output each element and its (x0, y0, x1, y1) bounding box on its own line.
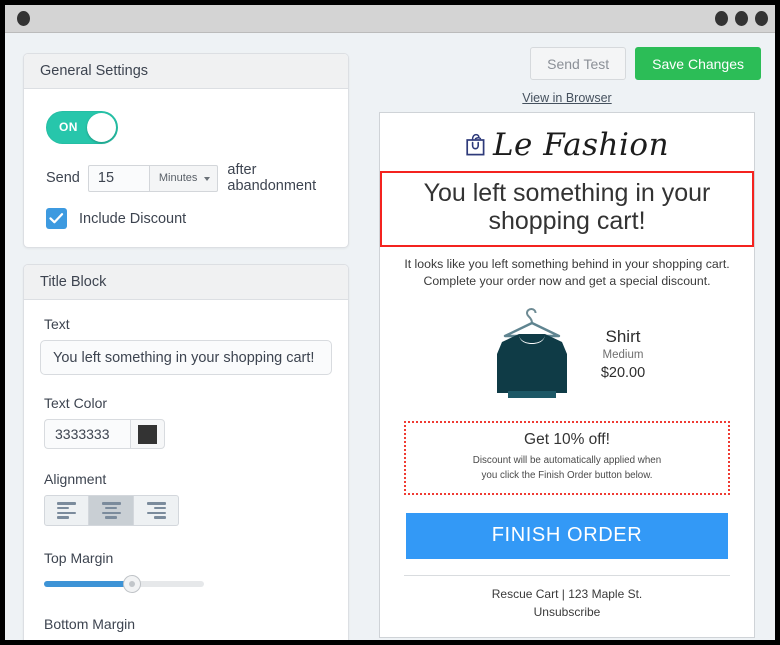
align-left-icon (57, 500, 76, 521)
alignment-label: Alignment (44, 471, 107, 487)
alignment-button-group (44, 495, 332, 526)
general-settings-panel: General Settings ON Send Minutes after (23, 53, 349, 248)
app-window: General Settings ON Send Minutes after (4, 4, 776, 641)
discount-sub-line-1: Discount will be automatically applied w… (472, 455, 662, 467)
finish-order-button[interactable]: FINISH ORDER (406, 512, 728, 559)
product-price: $20.00 (600, 365, 646, 382)
align-center-button[interactable] (89, 495, 134, 526)
title-block-title: Title Block (24, 265, 348, 300)
footer-address: Rescue Cart | 123 Maple St. (491, 586, 643, 601)
email-headline: You left something in your shopping cart… (423, 179, 711, 236)
chevron-down-icon (204, 176, 211, 181)
discount-subtitle: Discount will be automatically applied w… (416, 454, 718, 483)
workspace: General Settings ON Send Minutes after (5, 33, 775, 640)
general-settings-title: General Settings (24, 54, 348, 89)
text-field-label: Text (44, 316, 70, 332)
discount-title: Get 10% off! (524, 431, 610, 449)
include-discount-label: Include Discount (79, 210, 187, 227)
email-footer: Rescue Cart | 123 Maple St. Unsubscribe (380, 576, 754, 621)
include-discount-row: Include Discount (46, 208, 332, 229)
text-color-control (44, 419, 332, 449)
text-color-hex-input[interactable] (44, 419, 130, 449)
discount-sub-line-2: you click the Finish Order button below. (481, 469, 653, 481)
window-dot-1[interactable] (715, 11, 728, 26)
product-row: Shirt Medium $20.00 (380, 291, 754, 407)
headline-highlight-box: You left something in your shopping cart… (380, 171, 754, 247)
title-text-input[interactable] (40, 340, 332, 375)
delay-unit-select[interactable]: Minutes (149, 164, 219, 192)
discount-box: Get 10% off! Discount will be automatica… (404, 421, 730, 495)
text-color-label: Text Color (44, 395, 108, 411)
enable-toggle[interactable]: ON (46, 111, 118, 144)
toolbar: Send Test Save Changes (373, 47, 761, 80)
product-name: Shirt (605, 327, 641, 347)
align-center-icon (101, 500, 121, 521)
include-discount-checkbox[interactable] (46, 208, 67, 229)
subcopy-line-2: Complete your order now and get a specia… (423, 274, 711, 289)
product-size: Medium (602, 349, 644, 362)
send-test-button[interactable]: Send Test (530, 47, 627, 80)
cta-wrap: FINISH ORDER (380, 495, 754, 559)
toggle-knob (87, 113, 116, 142)
title-block-body: Text Text Color Alignment (24, 300, 348, 641)
check-icon (49, 213, 64, 224)
window-close-dot[interactable] (17, 11, 30, 26)
email-brand: Le Fashion (380, 113, 754, 169)
view-in-browser-wrap: View in Browser (373, 89, 761, 107)
after-abandonment-label: after abandonment (227, 162, 317, 194)
view-in-browser-link[interactable]: View in Browser (522, 91, 611, 105)
color-picker-button[interactable] (130, 419, 165, 449)
unsubscribe-link[interactable]: Unsubscribe (380, 603, 754, 621)
shirt-on-hanger-image (496, 308, 567, 399)
align-right-icon (146, 500, 166, 521)
window-dot-2[interactable] (735, 11, 748, 26)
email-preview: Le Fashion You left something in your sh… (379, 112, 755, 638)
window-titlebar (5, 5, 775, 33)
top-margin-thumb[interactable] (123, 575, 141, 593)
product-info: Shirt Medium $20.00 (601, 327, 645, 381)
top-margin-slider[interactable] (44, 574, 204, 594)
delay-value-input[interactable] (87, 164, 150, 192)
color-swatch (138, 424, 157, 444)
title-block-panel: Title Block Text Text Color Alignment (23, 264, 349, 641)
toggle-label: ON (59, 120, 78, 134)
send-delay-row: Send Minutes after abandonment (46, 162, 332, 194)
brand-name: Le Fashion (492, 127, 670, 163)
window-dot-3[interactable] (755, 11, 768, 26)
bottom-margin-label: Bottom Margin (44, 616, 136, 632)
subcopy-line-1: It looks like you left something behind … (404, 256, 730, 271)
settings-column: General Settings ON Send Minutes after (23, 53, 349, 641)
delay-unit-label: Minutes (158, 172, 198, 184)
bottom-margin-slider[interactable] (44, 640, 204, 641)
preview-column: Send Test Save Changes View in Browser L… (373, 47, 761, 638)
top-margin-fill (44, 581, 132, 587)
email-subcopy: It looks like you left something behind … (380, 247, 754, 292)
align-right-button[interactable] (134, 495, 179, 526)
align-left-button[interactable] (44, 495, 89, 526)
general-settings-body: ON Send Minutes after abandonment (24, 89, 348, 247)
top-margin-label: Top Margin (44, 550, 114, 566)
save-changes-button[interactable]: Save Changes (635, 47, 761, 80)
shopping-bag-icon (466, 133, 485, 156)
send-label: Send (46, 170, 80, 186)
